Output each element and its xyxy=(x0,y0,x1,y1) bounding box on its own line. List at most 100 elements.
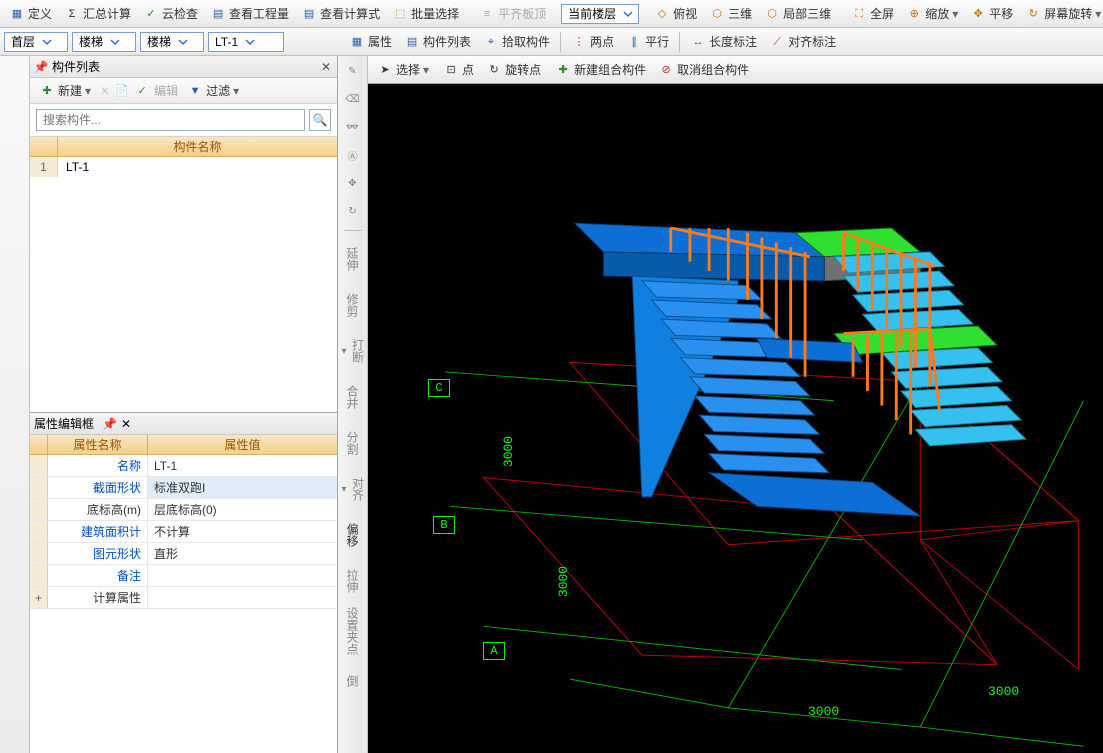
prop-value[interactable] xyxy=(148,587,337,608)
align-dim-button[interactable]: ⟋对齐标注 xyxy=(764,30,841,53)
compass-icon[interactable]: Ⓐ xyxy=(342,144,364,166)
reverse-button[interactable]: 倒 xyxy=(342,661,364,701)
align-button[interactable]: 对齐▾ xyxy=(342,469,364,509)
component-list-button[interactable]: ▤构件列表 xyxy=(399,30,476,53)
extend-button[interactable]: 延伸 xyxy=(342,239,364,279)
break-button[interactable]: 打断▾ xyxy=(342,331,364,371)
3d-view-button[interactable]: ⬡三维 xyxy=(704,2,757,25)
prop-value[interactable]: 不计算 xyxy=(148,521,337,542)
plus-icon: ✚ xyxy=(39,83,55,99)
funnel-icon: ▼ xyxy=(187,83,203,99)
pick-icon: ⌖ xyxy=(483,34,499,50)
rotate-point-icon: ↻ xyxy=(486,62,502,78)
prop-value[interactable]: 标准双跑I xyxy=(148,477,337,498)
parallel-button[interactable]: ∥平行 xyxy=(621,30,674,53)
prop-value[interactable]: LT-1 xyxy=(148,455,337,476)
define-button[interactable]: ▦定义 xyxy=(4,2,57,25)
row-number: 1 xyxy=(30,157,58,177)
property-row[interactable]: 备注 xyxy=(30,565,337,587)
check-icon[interactable]: ✓ xyxy=(134,83,150,99)
property-row[interactable]: 底标高(m)层底标高(0) xyxy=(30,499,337,521)
component-grid-header: 构件名称 xyxy=(30,137,337,157)
axis-c-label: C xyxy=(428,379,450,397)
search-input[interactable] xyxy=(36,109,305,131)
sum-calc-button[interactable]: Σ汇总计算 xyxy=(59,2,136,25)
prop-value[interactable]: 层底标高(0) xyxy=(148,499,337,520)
split-button[interactable]: 分割 xyxy=(342,423,364,463)
property-row[interactable]: 截面形状标准双跑I xyxy=(30,477,337,499)
define-icon: ▦ xyxy=(9,6,25,22)
view-qty-icon: ▤ xyxy=(210,6,226,22)
move-icon[interactable]: ✥ xyxy=(342,172,364,194)
top-view-icon: ◇ xyxy=(654,6,670,22)
property-row[interactable]: 名称LT-1 xyxy=(30,455,337,477)
brush-icon[interactable]: ✎ xyxy=(342,60,364,82)
stretch-button[interactable]: 拉伸 xyxy=(342,561,364,601)
filter-button[interactable]: ▼过滤▾ xyxy=(182,79,244,102)
glasses-icon[interactable]: 👓 xyxy=(342,116,364,138)
cloud-check-button[interactable]: ✓云检查 xyxy=(138,2,203,25)
new-button[interactable]: ✚新建▾ xyxy=(34,79,96,102)
prop-value[interactable]: 直形 xyxy=(148,543,337,564)
cursor-icon: ➤ xyxy=(377,62,393,78)
cloud-check-icon: ✓ xyxy=(143,6,159,22)
floor-combo[interactable]: 首层 xyxy=(4,32,68,52)
left-panel: 📌 构件列表 ✕ ✚新建▾ ✕ 📄 ✓ 编辑 ▼过滤▾ 🔍 构件名称 1 LT-… xyxy=(30,56,338,753)
prop-value[interactable] xyxy=(148,565,337,586)
merge-button[interactable]: 合并 xyxy=(342,377,364,417)
pan-button[interactable]: ✥平移 xyxy=(965,2,1018,25)
dim-label: 3000 xyxy=(556,566,571,597)
prop-col-name: 属性名称 xyxy=(48,435,148,454)
top-view-button[interactable]: ◇俯视 xyxy=(649,2,702,25)
trim-button[interactable]: 修剪 xyxy=(342,285,364,325)
screen-rotate-button[interactable]: ↻屏幕旋转▾ xyxy=(1020,2,1103,25)
chevron-down-icon xyxy=(175,34,191,50)
pin-icon[interactable]: 📌 xyxy=(34,60,48,74)
viewport-stage[interactable]: C B A 1 2 3000 3000 3000 3000 xyxy=(368,84,1103,753)
item-combo[interactable]: LT-1 xyxy=(208,32,284,52)
main-toolbar-2: 首层 楼梯 楼梯 LT-1 ▦属性 ▤构件列表 ⌖拾取构件 ⋮两点 ∥平行 ↔长… xyxy=(0,28,1103,56)
prop-name: 截面形状 xyxy=(48,477,148,498)
property-row[interactable]: 建筑面积计不计算 xyxy=(30,521,337,543)
close-icon[interactable]: ✕ xyxy=(121,417,131,431)
rotate-point-button[interactable]: ↻旋转点 xyxy=(481,58,546,81)
prop-name: 建筑面积计 xyxy=(48,521,148,542)
pick-component-button[interactable]: ⌖拾取构件 xyxy=(478,30,555,53)
two-point-button[interactable]: ⋮两点 xyxy=(566,30,619,53)
expand-cell xyxy=(30,455,48,476)
property-row[interactable]: 图元形状直形 xyxy=(30,543,337,565)
select-button[interactable]: ➤选择▾ xyxy=(372,58,434,81)
cube-icon: ⬡ xyxy=(709,6,725,22)
property-panel: 属性编辑框 📌 ✕ 属性名称 属性值 名称LT-1截面形状标准双跑I底标高(m)… xyxy=(30,412,337,609)
clear-icon[interactable]: ⌫ xyxy=(342,88,364,110)
full-screen-button[interactable]: ⛶全屏 xyxy=(846,2,899,25)
zoom-button[interactable]: ⊕缩放▾ xyxy=(901,2,963,25)
category-combo[interactable]: 楼梯 xyxy=(72,32,136,52)
cancel-combined-button[interactable]: ⊘取消组合构件 xyxy=(653,58,754,81)
copy-icon[interactable]: 📄 xyxy=(114,83,130,99)
view-formula-button[interactable]: ▤查看计算式 xyxy=(296,2,385,25)
local-3d-button[interactable]: ⬡局部三维 xyxy=(759,2,836,25)
point-icon: ⊡ xyxy=(443,62,459,78)
component-list-tools: ✚新建▾ ✕ 📄 ✓ 编辑 ▼过滤▾ xyxy=(30,78,337,104)
table-row[interactable]: 1 LT-1 xyxy=(30,157,337,177)
offset-button[interactable]: 偏移 xyxy=(342,515,364,555)
viewport[interactable]: ➤选择▾ ⊡点 ↻旋转点 ✚新建组合构件 ⊘取消组合构件 xyxy=(368,56,1103,753)
pin-icon[interactable]: 📌 xyxy=(102,417,117,431)
floor-scope-combo[interactable]: 当前楼层 xyxy=(561,4,639,24)
prop-name: 备注 xyxy=(48,565,148,586)
view-qty-button[interactable]: ▤查看工程量 xyxy=(205,2,294,25)
set-grip-button[interactable]: 设置夹点 xyxy=(342,607,364,655)
type-combo[interactable]: 楼梯 xyxy=(140,32,204,52)
search-button[interactable]: 🔍 xyxy=(309,109,331,131)
property-row[interactable]: +计算属性 xyxy=(30,587,337,609)
new-combined-button[interactable]: ✚新建组合构件 xyxy=(550,58,651,81)
point-button[interactable]: ⊡点 xyxy=(438,58,479,81)
close-icon[interactable]: ✕ xyxy=(319,60,333,74)
list-icon: ▤ xyxy=(404,34,420,50)
length-dim-button[interactable]: ↔长度标注 xyxy=(685,30,762,53)
attr-button[interactable]: ▦属性 xyxy=(344,30,397,53)
expand-cell[interactable]: + xyxy=(30,587,48,608)
rotate-icon[interactable]: ↻ xyxy=(342,200,364,222)
batch-select-button[interactable]: ⬚批量选择 xyxy=(387,2,464,25)
